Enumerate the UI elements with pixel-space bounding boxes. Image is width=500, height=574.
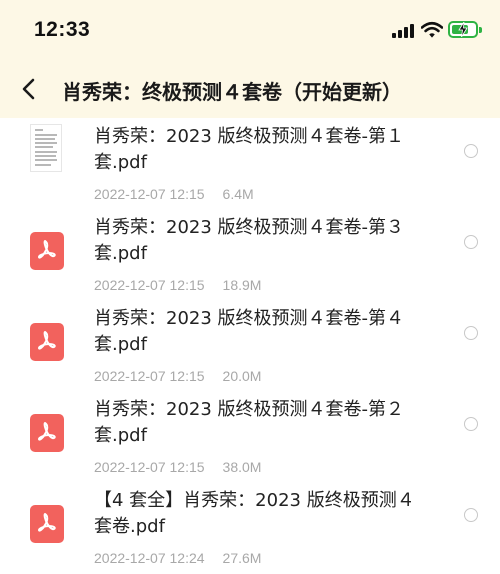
file-size: 6.4M	[222, 186, 254, 202]
file-row[interactable]: 肖秀荣：2023 版终极预测４套卷-第４套.pdf 2022-12-07 12:…	[0, 300, 500, 391]
file-meta: 2022-12-07 12:15 6.4M	[94, 186, 254, 202]
wifi-icon	[421, 21, 443, 38]
document-thumbnail	[30, 124, 62, 172]
file-size: 27.6M	[222, 550, 262, 566]
battery-icon	[448, 21, 482, 38]
select-radio[interactable]	[464, 417, 478, 431]
status-time: 12:33	[34, 18, 91, 41]
file-row[interactable]: 肖秀荣：2023 版终极预测４套卷-第１套.pdf 2022-12-07 12:…	[0, 118, 500, 209]
navigation-bar: 肖秀荣：终极预测４套卷（开始更新）	[0, 62, 500, 118]
file-size: 18.9M	[222, 277, 262, 293]
top-bar: 12:33 肖秀荣：终极预测４套卷（开始更新）	[0, 0, 500, 118]
file-meta: 2022-12-07 12:24 27.6M	[94, 550, 261, 566]
file-meta: 2022-12-07 12:15 38.0M	[94, 459, 261, 475]
pdf-icon	[30, 323, 64, 361]
select-radio[interactable]	[464, 508, 478, 522]
file-size: 20.0M	[222, 368, 262, 384]
pdf-icon	[30, 414, 64, 452]
file-date: 2022-12-07 12:15	[94, 277, 205, 293]
file-row[interactable]: 肖秀荣：2023 版终极预测４套卷-第２套.pdf 2022-12-07 12:…	[0, 391, 500, 482]
file-meta: 2022-12-07 12:15 20.0M	[94, 368, 261, 384]
file-name: 肖秀荣：2023 版终极预测４套卷-第４套.pdf	[94, 308, 405, 355]
pdf-icon	[30, 505, 64, 543]
file-name: 肖秀荣：2023 版终极预测４套卷-第１套.pdf	[94, 126, 405, 173]
file-name: 肖秀荣：2023 版终极预测４套卷-第３套.pdf	[94, 217, 405, 264]
select-radio[interactable]	[464, 235, 478, 249]
file-date: 2022-12-07 12:24	[94, 550, 205, 566]
file-list: 肖秀荣：2023 版终极预测４套卷-第１套.pdf 2022-12-07 12:…	[0, 118, 500, 573]
file-name: 【4 套全】肖秀荣：2023 版终极预测４套卷.pdf	[94, 490, 415, 537]
file-meta: 2022-12-07 12:15 18.9M	[94, 277, 261, 293]
chevron-left-icon	[22, 78, 35, 100]
cellular-signal-icon	[392, 24, 414, 38]
file-date: 2022-12-07 12:15	[94, 368, 205, 384]
file-row[interactable]: 【4 套全】肖秀荣：2023 版终极预测４套卷.pdf 2022-12-07 1…	[0, 482, 500, 573]
status-bar: 12:33	[0, 0, 500, 60]
file-date: 2022-12-07 12:15	[94, 186, 205, 202]
file-row[interactable]: 肖秀荣：2023 版终极预测４套卷-第３套.pdf 2022-12-07 12:…	[0, 209, 500, 300]
file-size: 38.0M	[222, 459, 262, 475]
select-radio[interactable]	[464, 144, 478, 158]
back-button[interactable]	[14, 72, 42, 106]
file-date: 2022-12-07 12:15	[94, 459, 205, 475]
pdf-icon	[30, 232, 64, 270]
file-name: 肖秀荣：2023 版终极预测４套卷-第２套.pdf	[94, 399, 405, 446]
select-radio[interactable]	[464, 326, 478, 340]
charging-bolt-icon	[458, 22, 468, 37]
page-title: 肖秀荣：终极预测４套卷（开始更新）	[62, 80, 402, 104]
